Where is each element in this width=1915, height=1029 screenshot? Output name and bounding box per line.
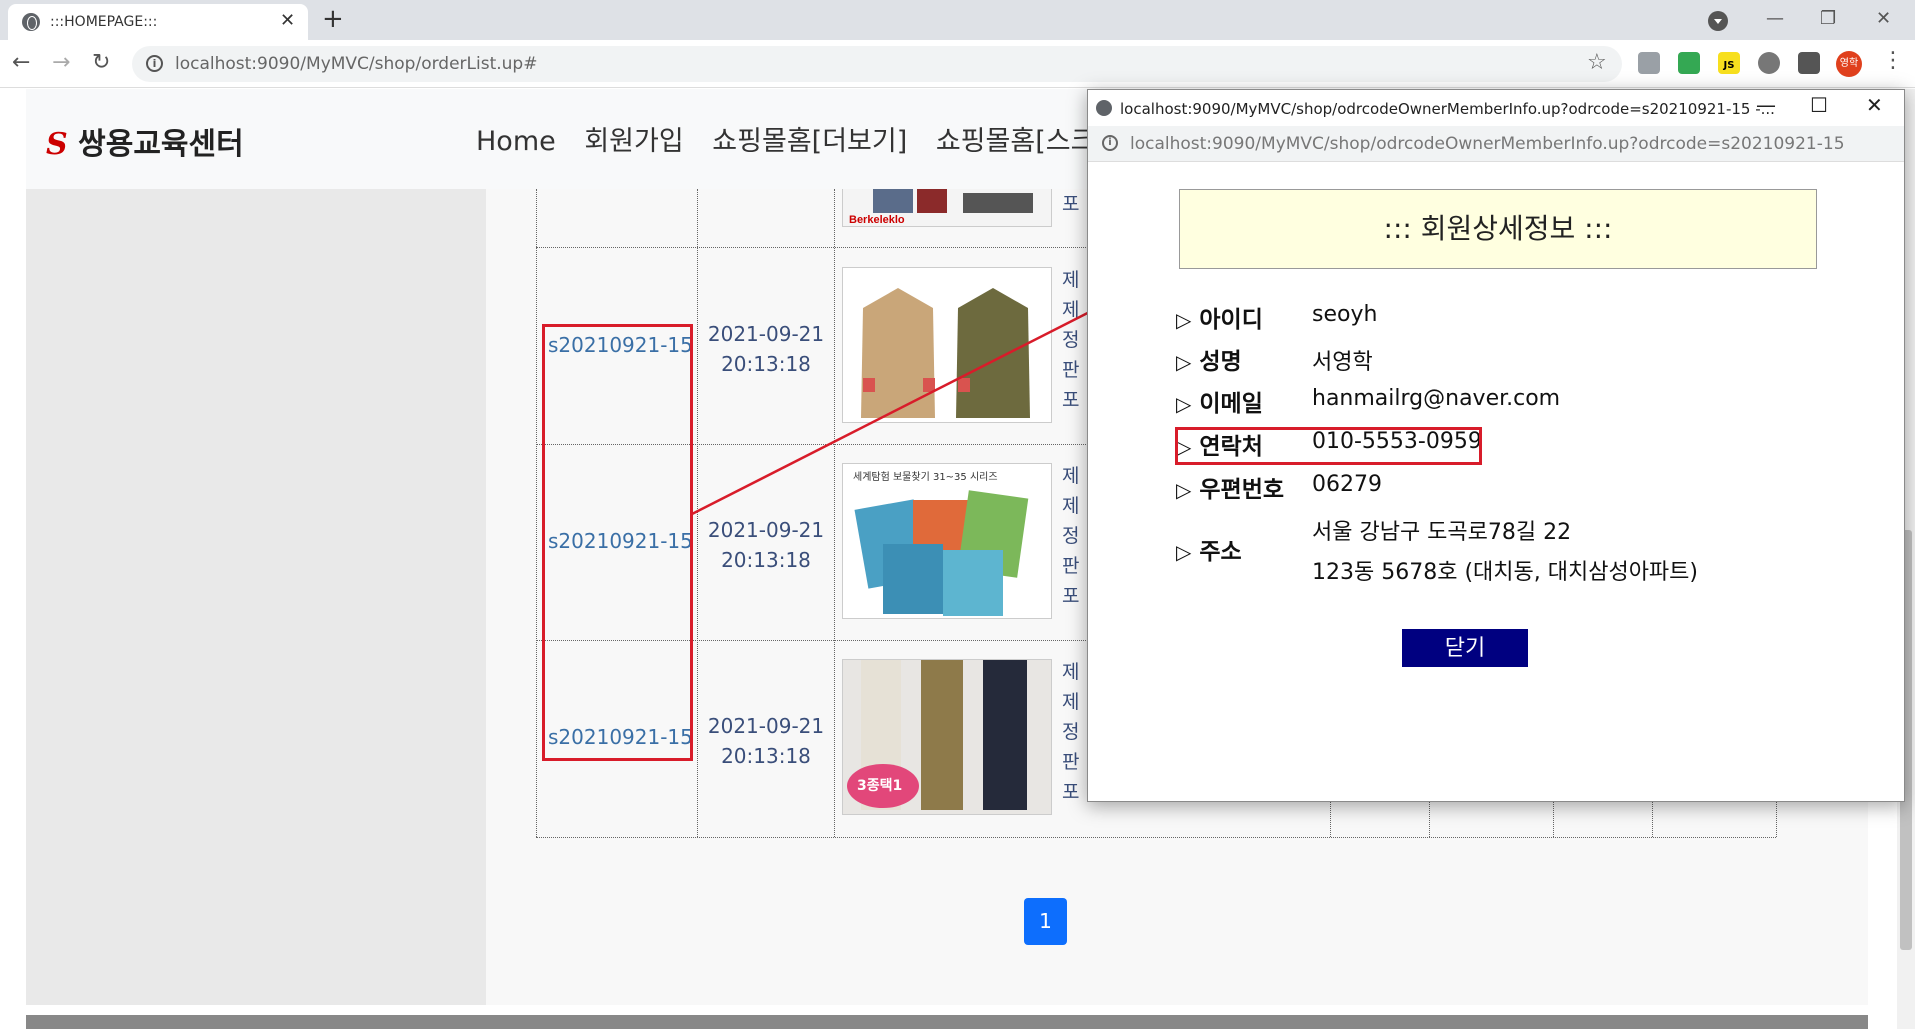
field-label-id: ▷ 아이디 [1176,300,1263,334]
member-info-heading: ::: 회원상세정보 ::: [1179,189,1817,269]
label-text: 이메일 [1199,391,1263,417]
window-close-icon[interactable]: ✕ [1866,93,1883,117]
field-value-address: 서울 강남구 도곡로78길 22 [1312,520,1572,545]
annotation-phone-highlight [1175,427,1482,465]
field-label-name: ▷ 성명 [1176,342,1242,376]
field-value-email: hanmailrg@naver.com [1312,386,1561,411]
field-value-zipcode: 06279 [1312,472,1382,497]
triangle-right-icon: ▷ [1176,540,1192,564]
popup-url: localhost:9090/MyMVC/shop/odrcodeOwnerMe… [1130,134,1845,154]
triangle-right-icon: ▷ [1176,478,1192,502]
field-label-address: ▷ 주소 [1176,532,1242,566]
triangle-right-icon: ▷ [1176,392,1192,416]
field-value-id: seoyh [1312,302,1378,327]
label-text: 주소 [1199,539,1242,565]
member-info-popup: localhost:9090/MyMVC/shop/odrcodeOwnerMe… [1087,89,1905,802]
minimize-icon[interactable]: — [1756,93,1776,117]
label-text: 아이디 [1199,307,1263,333]
field-label-zipcode: ▷ 우편번호 [1176,470,1284,504]
popup-address-bar[interactable]: i localhost:9090/MyMVC/shop/odrcodeOwner… [1088,126,1904,162]
label-text: 우편번호 [1199,477,1285,503]
site-info-icon[interactable]: i [1102,135,1118,151]
triangle-right-icon: ▷ [1176,308,1192,332]
label-text: 성명 [1199,349,1242,375]
maximize-icon[interactable]: ☐ [1810,93,1828,117]
field-value-address-detail: 123동 5678호 (대치동, 대치삼성아파트) [1312,560,1698,585]
field-label-email: ▷ 이메일 [1176,384,1263,418]
field-value-name: 서영학 [1312,350,1373,375]
close-button[interactable]: 닫기 [1402,629,1528,667]
popup-window-title: localhost:9090/MyMVC/shop/odrcodeOwnerMe… [1120,100,1775,118]
triangle-right-icon: ▷ [1176,350,1192,374]
popup-titlebar[interactable]: localhost:9090/MyMVC/shop/odrcodeOwnerMe… [1088,90,1904,126]
globe-icon [1096,100,1112,116]
